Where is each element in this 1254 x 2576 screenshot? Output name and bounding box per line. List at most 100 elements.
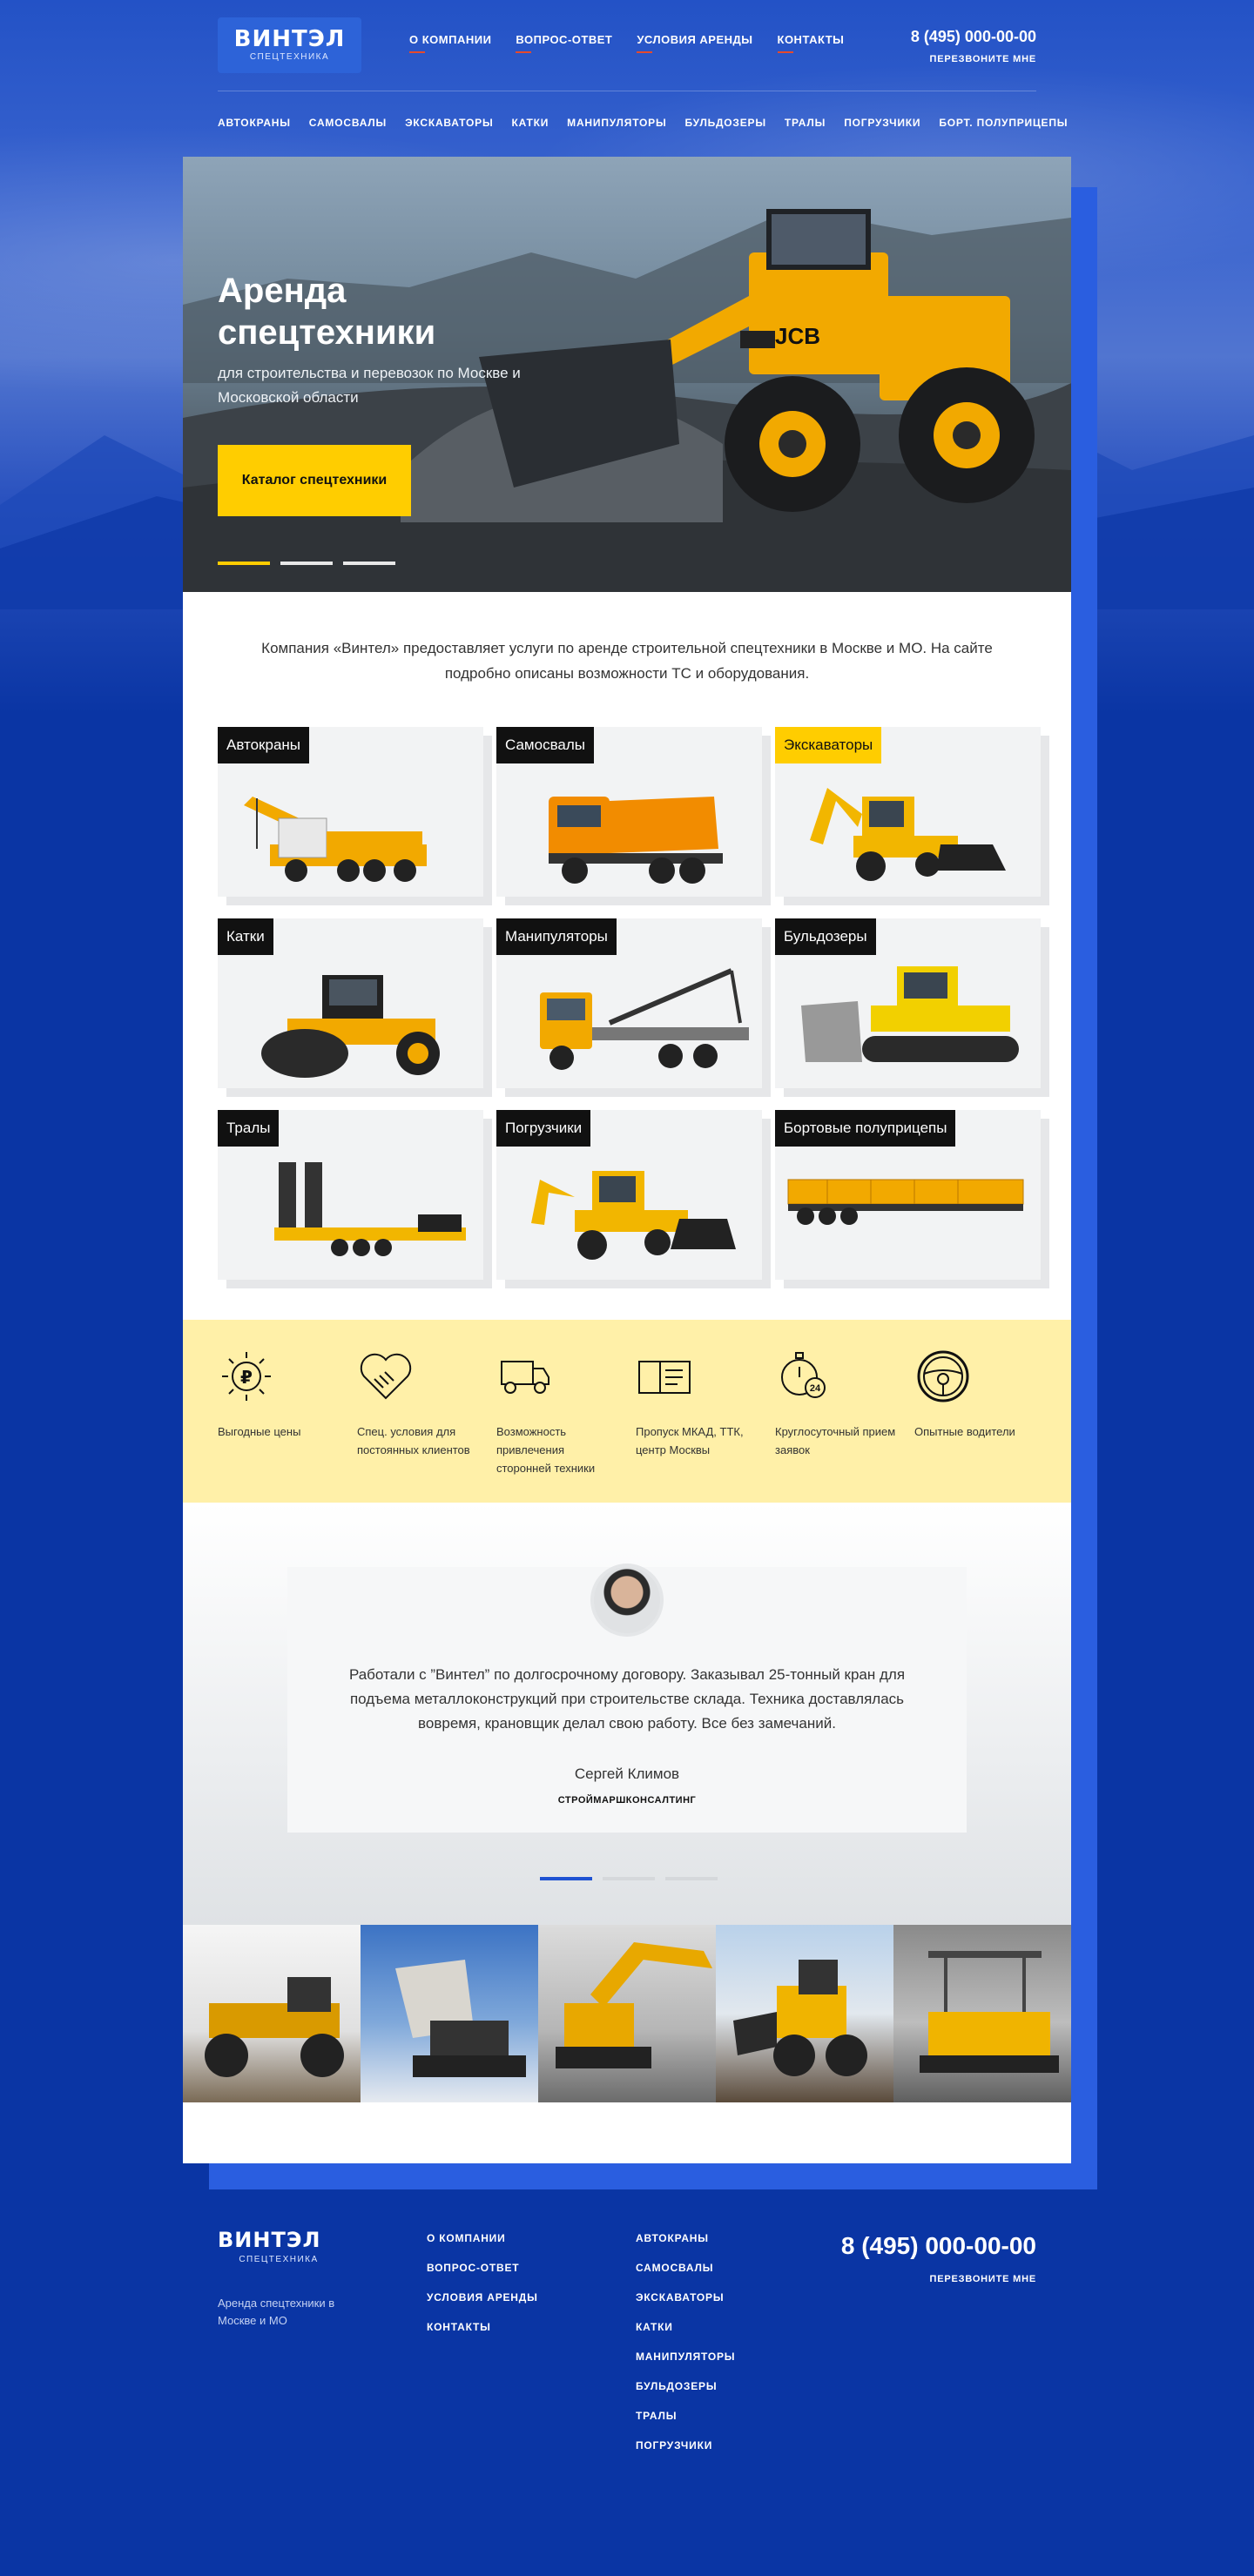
hero-subtitle: для строительства и перевозок по Москве … xyxy=(218,365,521,406)
company-intro: Компания «Винтел» предоставляет услуги п… xyxy=(261,640,993,682)
gallery-photo-mining-excavator[interactable] xyxy=(361,1925,538,2102)
hero-title: Аренда спецтехники xyxy=(218,272,436,352)
avatar xyxy=(590,1564,664,1637)
category-link-manipulators[interactable]: МАНИПУЛЯТОРЫ xyxy=(567,117,666,129)
footer-logo-title: ВИНТЭЛ xyxy=(218,2228,321,2252)
photo-gallery xyxy=(183,1925,1071,2102)
slider-dot-3[interactable] xyxy=(343,562,395,565)
catalog-button[interactable]: Каталог спецтехники xyxy=(218,445,411,516)
bulldozer-image xyxy=(801,966,1019,1062)
catalog-card-autocranes[interactable]: Автокраны xyxy=(218,727,483,897)
svg-text:JCB: JCB xyxy=(775,323,820,349)
category-nav: АВТОКРАНЫ САМОСВАЛЫ ЭКСКАВАТОРЫ КАТКИ МА… xyxy=(218,117,1068,129)
category-link-rollers[interactable]: КАТКИ xyxy=(512,117,549,129)
logo[interactable]: ВИНТЭЛ СПЕЦТЕХНИКА xyxy=(218,17,361,73)
category-link-loaders[interactable]: ПОГРУЗЧИКИ xyxy=(844,117,920,129)
catalog-card-semitrailers[interactable]: Бортовые полуприцепы xyxy=(775,1110,1041,1280)
stopwatch-24-icon: 24 xyxy=(781,1352,826,1398)
handshake-heart-icon xyxy=(360,1353,412,1400)
nav-faq[interactable]: ВОПРОС-ОТВЕТ xyxy=(516,33,612,53)
excavator-image xyxy=(810,788,1006,881)
footer-link-autocranes[interactable]: АВТОКРАНЫ xyxy=(636,2232,735,2245)
category-link-semitrailers[interactable]: БОРТ. ПОЛУПРИЦЕПЫ xyxy=(939,117,1068,129)
card-label: Самосвалы xyxy=(496,727,594,763)
site-footer: ВИНТЭЛ СПЕЦТЕХНИКА Аренда спецтехники в … xyxy=(0,2194,1254,2576)
footer-link-rental-terms[interactable]: УСЛОВИЯ АРЕНДЫ xyxy=(427,2291,538,2304)
footer-link-faq[interactable]: ВОПРОС-ОТВЕТ xyxy=(427,2262,538,2275)
footer-link-loaders[interactable]: ПОГРУЗЧИКИ xyxy=(636,2439,735,2452)
header-callback-link[interactable]: ПЕРЕЗВОНИТЕ МНЕ xyxy=(930,54,1036,64)
footer-nav-categories: АВТОКРАНЫ САМОСВАЛЫ ЭКСКАВАТОРЫ КАТКИ МА… xyxy=(636,2232,735,2452)
slider-dot-1[interactable] xyxy=(218,562,270,565)
footer-link-rollers[interactable]: КАТКИ xyxy=(636,2321,735,2334)
catalog-card-loaders[interactable]: Погрузчики xyxy=(496,1110,762,1280)
pass-card-icon xyxy=(638,1361,691,1394)
footer-callback-link[interactable]: ПЕРЕЗВОНИТЕ МНЕ xyxy=(930,2274,1036,2284)
category-link-dumptrucks[interactable]: САМОСВАЛЫ xyxy=(309,117,387,129)
card-label: Бортовые полуприцепы xyxy=(775,1110,956,1147)
testimonial-dot-2[interactable] xyxy=(603,1877,655,1880)
nav-contacts[interactable]: КОНТАКТЫ xyxy=(777,33,845,53)
catalog-card-bulldozers[interactable]: Бульдозеры xyxy=(775,918,1041,1088)
catalog-card-dumptrucks[interactable]: Самосвалы xyxy=(496,727,762,897)
logo-subtitle: СПЕЦТЕХНИКА xyxy=(249,52,330,62)
testimonial-dot-3[interactable] xyxy=(665,1877,718,1880)
category-link-autocranes[interactable]: АВТОКРАНЫ xyxy=(218,117,291,129)
catalog-card-excavators[interactable]: Экскаваторы xyxy=(775,727,1041,897)
gallery-photo-wheel-loader[interactable] xyxy=(716,1925,893,2102)
footer-description: Аренда спецтехники в Москве и МО xyxy=(218,2297,335,2327)
category-link-trawls[interactable]: ТРАЛЫ xyxy=(785,117,826,129)
hero-slider: JCB Аренда спецтехники для строительства… xyxy=(183,157,1071,592)
feature-text: Выгодные цены xyxy=(218,1425,301,1438)
testimonial-dot-1[interactable] xyxy=(540,1877,592,1880)
feature-text: Круглосуточный прием заявок xyxy=(775,1425,896,1456)
feature-text: Опытные водители xyxy=(914,1425,1015,1438)
catalog-card-manipulators[interactable]: Манипуляторы xyxy=(496,918,762,1088)
footer-logo[interactable]: ВИНТЭЛ СПЕЦТЕХНИКА xyxy=(218,2229,340,2264)
main-content: JCB Аренда спецтехники для строительства… xyxy=(183,157,1071,2163)
footer-logo-subtitle: СПЕЦТЕХНИКА xyxy=(239,2255,319,2264)
card-label: Погрузчики xyxy=(496,1110,591,1147)
testimonial-quote: Работали с ”Винтел” по долгосрочному дог… xyxy=(348,1666,906,1732)
header-phone[interactable]: 8 (495) 000-00-00 xyxy=(911,28,1036,46)
feature-text: Спец. условия для постоянных клиентов xyxy=(357,1425,470,1456)
footer-phone[interactable]: 8 (495) 000-00-00 xyxy=(841,2232,1036,2260)
category-link-excavators[interactable]: ЭКСКАВАТОРЫ xyxy=(405,117,493,129)
category-link-bulldozers[interactable]: БУЛЬДОЗЕРЫ xyxy=(685,117,766,129)
trawl-image xyxy=(274,1162,466,1256)
gallery-photo-grader[interactable] xyxy=(183,1925,361,2102)
catalog-card-rollers[interactable]: Катки xyxy=(218,918,483,1088)
footer-link-about[interactable]: О КОМПАНИИ xyxy=(427,2232,538,2245)
dumptruck-image xyxy=(549,797,723,884)
roller-image xyxy=(261,975,440,1078)
semitrailer-image xyxy=(787,1179,1024,1225)
nav-about[interactable]: О КОМПАНИИ xyxy=(409,33,491,53)
testimonial-slider-dots xyxy=(540,1877,718,1880)
footer-link-trawls[interactable]: ТРАЛЫ xyxy=(636,2410,735,2423)
testimonial-author: Сергей Климов xyxy=(574,1766,680,1782)
gallery-photo-excavator[interactable] xyxy=(538,1925,716,2102)
catalog-card-trawls[interactable]: Тралы xyxy=(218,1110,483,1280)
card-label: Экскаваторы xyxy=(775,727,882,763)
ruble-sun-icon: ₽ xyxy=(222,1352,271,1401)
manipulator-image xyxy=(540,968,749,1070)
truck-icon xyxy=(501,1361,549,1394)
card-label: Манипуляторы xyxy=(496,918,617,955)
footer-link-manipulators[interactable]: МАНИПУЛЯТОРЫ xyxy=(636,2351,735,2364)
footer-link-contacts[interactable]: КОНТАКТЫ xyxy=(427,2321,538,2334)
loader-image xyxy=(531,1171,736,1260)
footer-link-bulldozers[interactable]: БУЛЬДОЗЕРЫ xyxy=(636,2380,735,2393)
footer-link-dumptrucks[interactable]: САМОСВАЛЫ xyxy=(636,2262,735,2275)
features-strip: ₽ Выгодные цены Спец. условия для постоя… xyxy=(183,1320,1071,1503)
footer-link-excavators[interactable]: ЭКСКАВАТОРЫ xyxy=(636,2291,735,2304)
slider-dot-2[interactable] xyxy=(280,562,333,565)
top-nav: О КОМПАНИИ ВОПРОС-ОТВЕТ УСЛОВИЯ АРЕНДЫ К… xyxy=(409,33,844,53)
nav-rental-terms[interactable]: УСЛОВИЯ АРЕНДЫ xyxy=(637,33,752,53)
feature-text: Возможность привлечения сторонней техник… xyxy=(496,1425,596,1475)
testimonial-company: СТРОЙМАРШКОНСАЛТИНГ xyxy=(557,1795,697,1806)
feature-text: Пропуск МКАД, ТТК, центр Москвы xyxy=(636,1425,744,1456)
gallery-photo-asphalt-paver[interactable] xyxy=(893,1925,1071,2102)
card-label: Бульдозеры xyxy=(775,918,876,955)
autocrane-image xyxy=(244,797,427,882)
svg-text:24: 24 xyxy=(810,1383,821,1394)
